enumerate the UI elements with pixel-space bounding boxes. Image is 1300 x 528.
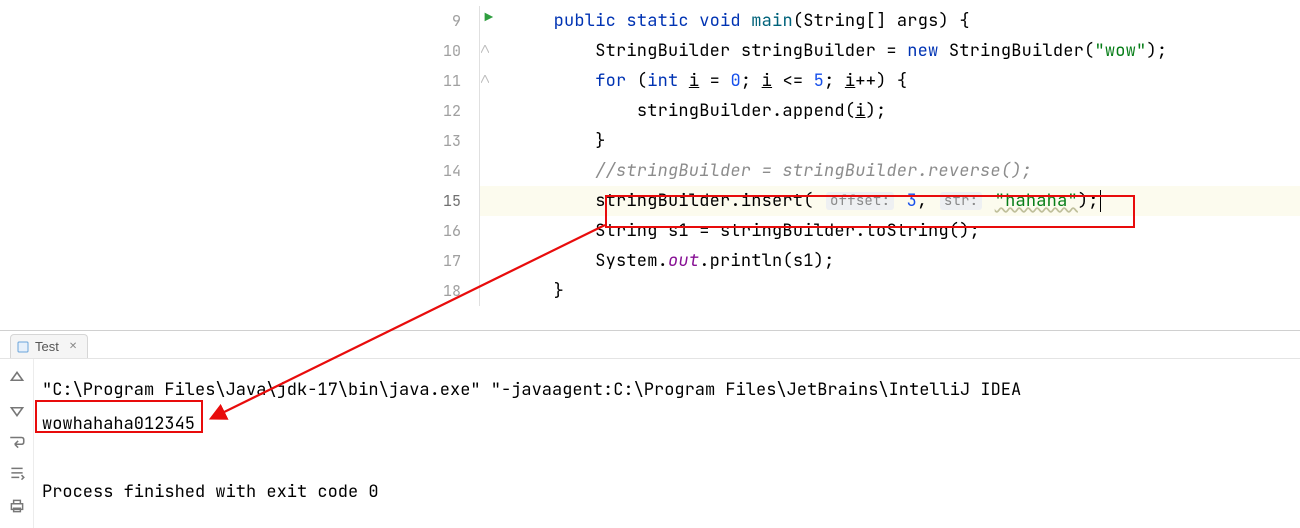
code-line[interactable]: String s1 = stringBuilder.toString(); [480, 216, 1300, 246]
gutter-line-11[interactable]: 11 [420, 66, 480, 96]
gutter-line-16[interactable]: 16 [420, 216, 480, 246]
code-line[interactable]: public static void main(String[] args) { [480, 6, 1300, 36]
print-icon[interactable] [8, 497, 26, 515]
editor-gutter: 9 ▶ 10 11 12 13 14 15 16 17 18 [420, 0, 480, 330]
gutter-line-12[interactable]: 12 [420, 96, 480, 126]
code-line[interactable]: stringBuilder.append(i); [480, 96, 1300, 126]
console-line: Process finished with exit code 0 [42, 475, 1300, 509]
editor-code-area[interactable]: public static void main(String[] args) {… [480, 0, 1300, 330]
gutter-line-18[interactable]: 18 [420, 276, 480, 306]
gutter-line-17[interactable]: 17 [420, 246, 480, 276]
gutter-line-14[interactable]: 14 [420, 156, 480, 186]
run-tool-window: Test ✕ "C:\Program Files\Java\jdk-17\bin… [0, 330, 1300, 528]
run-toolbar [0, 359, 34, 528]
code-line[interactable]: stringBuilder.insert( offset: 3, str: "h… [480, 186, 1300, 216]
fold-marker-icon[interactable] [481, 45, 489, 53]
code-line[interactable]: StringBuilder stringBuilder = new String… [480, 36, 1300, 66]
run-tab-label: Test [35, 339, 59, 354]
code-editor[interactable]: 9 ▶ 10 11 12 13 14 15 16 17 18 public st… [0, 0, 1300, 330]
scroll-to-end-icon[interactable] [8, 465, 26, 483]
parameter-hint: str: [940, 192, 982, 210]
text-caret [1100, 190, 1101, 212]
gutter-line-9[interactable]: 9 ▶ [420, 6, 480, 36]
run-config-icon [17, 341, 29, 353]
gutter-line-10[interactable]: 10 [420, 36, 480, 66]
console-line: wowhahaha012345 [42, 407, 1300, 441]
soft-wrap-icon[interactable] [8, 433, 26, 451]
gutter-line-13[interactable]: 13 [420, 126, 480, 156]
code-line[interactable]: //stringBuilder = stringBuilder.reverse(… [480, 156, 1300, 186]
down-arrow-icon[interactable] [8, 401, 26, 419]
up-arrow-icon[interactable] [8, 369, 26, 387]
run-tab[interactable]: Test ✕ [10, 334, 88, 358]
code-line[interactable]: for (int i = 0; i <= 5; i++) { [480, 66, 1300, 96]
run-line-icon[interactable]: ▶ [485, 9, 493, 27]
parameter-hint: offset: [826, 192, 894, 210]
console-line: "C:\Program Files\Java\jdk-17\bin\java.e… [42, 373, 1300, 407]
gutter-line-15[interactable]: 15 [420, 186, 480, 216]
close-icon[interactable]: ✕ [69, 341, 77, 352]
code-line[interactable]: System.out.println(s1); [480, 246, 1300, 276]
console-output[interactable]: "C:\Program Files\Java\jdk-17\bin\java.e… [34, 359, 1300, 528]
run-tabbar: Test ✕ [0, 331, 1300, 359]
code-line[interactable]: } [480, 276, 1300, 306]
console-line [42, 441, 1300, 475]
project-sidebar-area [0, 0, 420, 330]
code-line[interactable]: } [480, 126, 1300, 156]
fold-marker-icon[interactable] [481, 75, 489, 83]
